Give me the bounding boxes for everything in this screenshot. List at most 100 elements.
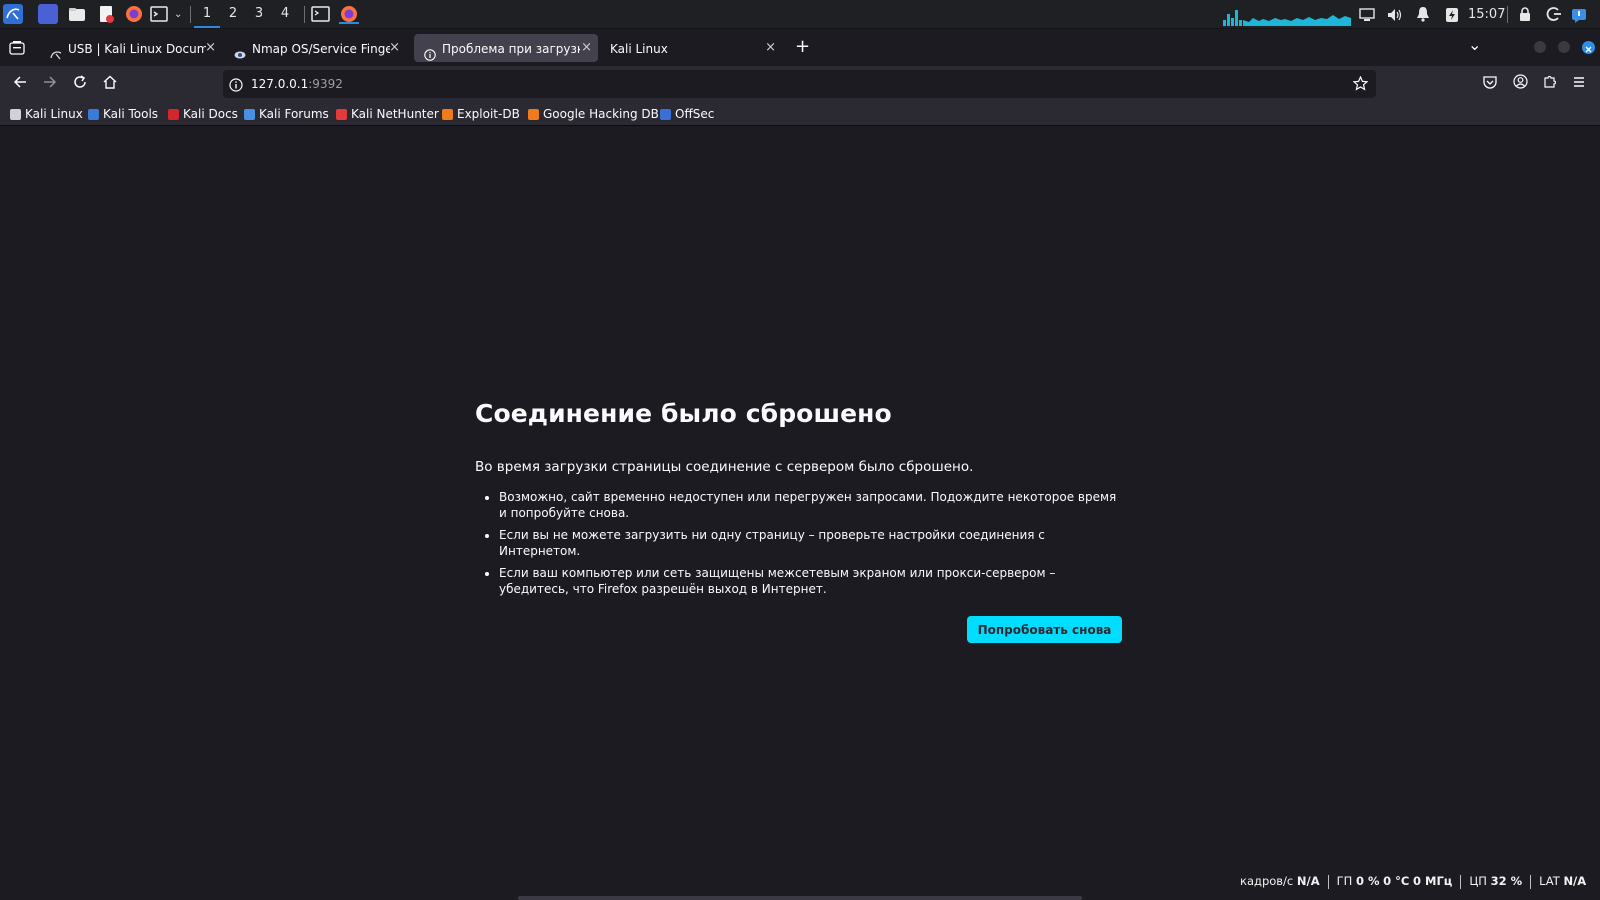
site-info-icon[interactable] bbox=[229, 77, 243, 96]
close-window-button[interactable] bbox=[1582, 41, 1595, 54]
account-button[interactable] bbox=[1508, 72, 1532, 96]
maximize-window-button[interactable] bbox=[1558, 41, 1570, 53]
bookmark-star-icon[interactable] bbox=[1352, 75, 1369, 95]
bookmarks-toolbar: Kali Linux Kali Tools Kali Docs Kali For… bbox=[0, 102, 1600, 126]
arrow-right-icon bbox=[44, 76, 57, 88]
display-icon[interactable] bbox=[1359, 7, 1375, 26]
tab-kali-linux[interactable]: Kali Linux × bbox=[600, 34, 782, 62]
lat-value: N/A bbox=[1563, 874, 1587, 888]
close-tab-icon[interactable]: × bbox=[389, 34, 400, 62]
pocket-button[interactable] bbox=[1478, 72, 1502, 96]
kali-tools-icon bbox=[88, 109, 99, 120]
terminal-launcher-icon[interactable] bbox=[150, 4, 170, 24]
new-tab-button[interactable]: + bbox=[795, 34, 810, 60]
bookmark-kali-docs[interactable]: Kali Docs bbox=[168, 102, 238, 126]
close-tab-icon[interactable]: × bbox=[205, 34, 216, 62]
tab-title: Nmap OS/Service Fingerp bbox=[252, 41, 390, 56]
close-tab-icon[interactable]: × bbox=[765, 34, 776, 62]
nmap-eye-icon bbox=[234, 43, 246, 58]
firefox-launcher-icon[interactable] bbox=[124, 4, 144, 24]
cpu-label: ЦП bbox=[1469, 874, 1487, 888]
tab-title: Проблема при загрузке с bbox=[442, 41, 580, 56]
panel-separator bbox=[190, 6, 191, 23]
terminal-window-icon[interactable] bbox=[311, 4, 331, 24]
try-again-button[interactable]: Попробовать снова bbox=[967, 616, 1122, 643]
workspace-2[interactable]: 2 bbox=[220, 0, 246, 28]
desktop-panel: ⌄ 1 2 3 4 15:07 bbox=[0, 0, 1600, 29]
fps-value: N/A bbox=[1296, 874, 1320, 888]
list-all-tabs-button[interactable]: ⌄ bbox=[1468, 33, 1481, 57]
gpu-temp: 0 °C bbox=[1383, 874, 1410, 888]
tab-nmap[interactable]: Nmap OS/Service Fingerp × bbox=[224, 34, 406, 62]
back-button[interactable] bbox=[8, 72, 32, 96]
power-icon[interactable] bbox=[1445, 6, 1459, 27]
bookmark-kali-tools[interactable]: Kali Tools bbox=[88, 102, 158, 126]
chevron-down-icon[interactable]: ⌄ bbox=[174, 0, 182, 29]
url-port: :9392 bbox=[308, 77, 343, 91]
bookmark-label: OffSec bbox=[675, 107, 715, 121]
fps-label: кадров/с bbox=[1240, 874, 1294, 888]
forward-button[interactable] bbox=[38, 72, 62, 96]
horizontal-scrollbar[interactable] bbox=[518, 896, 1082, 900]
minimize-window-button[interactable] bbox=[1534, 41, 1546, 53]
error-page: Соединение было сброшено Во время загруз… bbox=[475, 399, 1123, 603]
close-icon bbox=[1585, 46, 1592, 53]
workspace-1[interactable]: 1 bbox=[194, 0, 220, 28]
logout-icon[interactable] bbox=[1546, 6, 1562, 26]
offsec-icon bbox=[660, 109, 671, 120]
url-bar[interactable]: 127.0.0.1:9392 bbox=[223, 70, 1376, 98]
error-title: Соединение было сброшено bbox=[475, 399, 892, 428]
bookmark-exploit-db[interactable]: Exploit-DB bbox=[442, 102, 520, 126]
chat-icon[interactable] bbox=[1571, 8, 1587, 28]
performance-overlay: кадров/с N/A ГП 0 % 0 °C 0 МГц ЦП 32 % LAT … bbox=[1240, 872, 1586, 890]
notifications-icon[interactable] bbox=[1416, 6, 1430, 26]
url-host: 127.0.0.1 bbox=[251, 77, 309, 91]
tab-title: Kali Linux bbox=[610, 41, 668, 56]
workspace-4[interactable]: 4 bbox=[272, 0, 298, 28]
file-manager-icon[interactable] bbox=[67, 4, 87, 24]
text-editor-icon[interactable] bbox=[96, 4, 116, 24]
url-text[interactable]: 127.0.0.1:9392 bbox=[251, 70, 343, 98]
bookmark-label: Kali Docs bbox=[183, 107, 238, 121]
tab-error-page[interactable]: Проблема при загрузке с × bbox=[414, 34, 598, 62]
app-menu-button[interactable] bbox=[1567, 72, 1591, 96]
firefox-view-icon[interactable] bbox=[9, 40, 25, 59]
close-tab-icon[interactable]: × bbox=[581, 34, 592, 62]
volume-icon[interactable] bbox=[1387, 7, 1403, 26]
ghdb-icon bbox=[528, 109, 539, 120]
workspace-3[interactable]: 3 bbox=[246, 0, 272, 28]
nethunter-icon bbox=[336, 109, 347, 120]
lock-icon[interactable] bbox=[1518, 6, 1532, 26]
bookmark-kali-forums[interactable]: Kali Forums bbox=[244, 102, 329, 126]
error-description: Во время загрузки страницы соединение с … bbox=[475, 459, 974, 475]
puzzle-icon bbox=[1543, 75, 1556, 88]
bookmark-label: Kali NetHunter bbox=[351, 107, 439, 121]
navigation-toolbar: 127.0.0.1:9392 bbox=[0, 66, 1600, 102]
arrow-left-icon bbox=[13, 76, 26, 88]
gpu-label: ГП bbox=[1336, 874, 1353, 888]
kali-menu-icon[interactable] bbox=[3, 4, 23, 24]
bookmark-offsec[interactable]: OffSec bbox=[660, 102, 714, 126]
lat-label: LAT bbox=[1539, 874, 1560, 888]
bookmark-label: Exploit-DB bbox=[457, 107, 520, 121]
tab-kali-docs[interactable]: USB | Kali Linux Documen × bbox=[40, 34, 222, 62]
bookmark-label: Google Hacking DB bbox=[543, 107, 659, 121]
bookmark-label: Kali Tools bbox=[103, 107, 159, 121]
kali-dragon-icon bbox=[50, 43, 62, 59]
extensions-button[interactable] bbox=[1538, 72, 1562, 96]
bookmark-kali-linux[interactable]: Kali Linux bbox=[10, 102, 83, 126]
info-icon bbox=[424, 43, 436, 61]
reload-button[interactable] bbox=[68, 72, 92, 96]
kali-docs-icon bbox=[168, 109, 179, 120]
clock[interactable]: 15:07 bbox=[1468, 0, 1505, 29]
account-icon bbox=[1512, 74, 1528, 89]
cpu-graph-icon bbox=[1223, 10, 1351, 26]
show-desktop-icon[interactable] bbox=[38, 4, 58, 24]
firefox-window-icon[interactable] bbox=[339, 4, 359, 24]
bookmark-kali-nethunter[interactable]: Kali NetHunter bbox=[336, 102, 439, 126]
home-button[interactable] bbox=[98, 72, 122, 96]
suggestion-item: Возможно, сайт временно недоступен или п… bbox=[499, 489, 1123, 521]
exploit-db-icon bbox=[442, 109, 453, 120]
bookmark-google-hacking-db[interactable]: Google Hacking DB bbox=[528, 102, 659, 126]
tab-strip: USB | Kali Linux Documen × Nmap OS/Servi… bbox=[0, 29, 1600, 66]
